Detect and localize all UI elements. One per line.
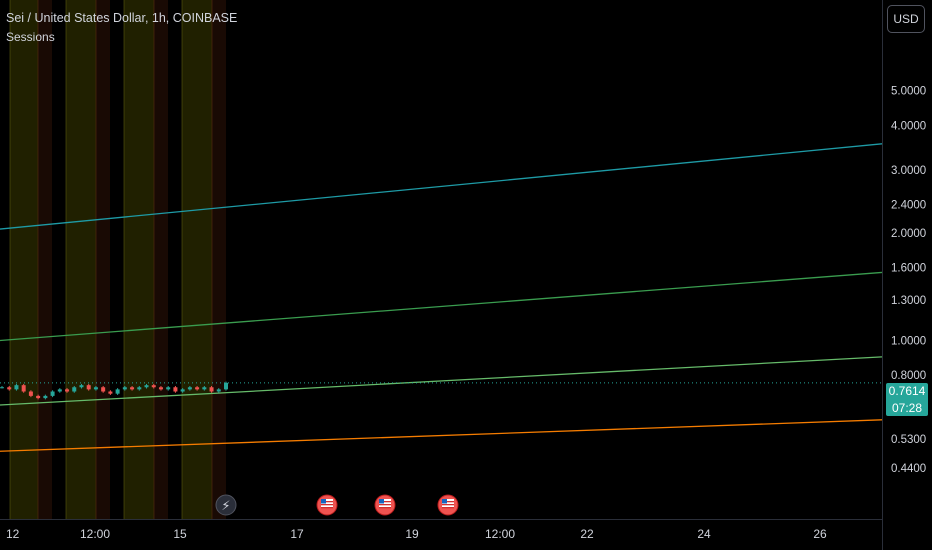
candle-body bbox=[108, 391, 113, 394]
candle-body bbox=[144, 385, 149, 388]
candle-body bbox=[187, 387, 192, 390]
candle-body bbox=[93, 387, 98, 390]
us-flag-icon-1[interactable] bbox=[316, 494, 338, 516]
y-axis-labels: 5.0000 4.0000 3.0000 2.4000 2.0000 1.6000 1.30… bbox=[891, 86, 926, 475]
candle-body bbox=[50, 391, 55, 396]
x-tick-label: 24 bbox=[697, 527, 711, 541]
y-tick-label: 0.5300 bbox=[891, 434, 926, 446]
candle-body bbox=[72, 387, 77, 392]
candle-body bbox=[209, 387, 214, 392]
session-band-6 bbox=[154, 0, 168, 519]
x-axis-labels: 12 12:00 15 17 19 12:00 22 24 26 bbox=[6, 527, 827, 541]
candle-body bbox=[137, 387, 142, 390]
x-tick-label: 12 bbox=[6, 527, 20, 541]
y-tick-label: 5.0000 bbox=[891, 86, 926, 98]
candle-body bbox=[158, 387, 163, 390]
session-band-1 bbox=[10, 0, 38, 519]
candle-body bbox=[151, 385, 156, 388]
candle-body bbox=[57, 389, 62, 392]
svg-text:⚡: ⚡ bbox=[221, 499, 230, 514]
candle-body bbox=[115, 389, 120, 394]
candle-body bbox=[43, 395, 48, 399]
x-tick-label: 12:00 bbox=[80, 527, 110, 541]
symbol-title[interactable]: Sei / United States Dollar, 1h, COINBASE bbox=[6, 11, 237, 25]
y-tick-label: 3.0000 bbox=[891, 165, 926, 177]
y-tick-label: 0.4400 bbox=[891, 463, 926, 475]
y-tick-label: 1.6000 bbox=[891, 263, 926, 275]
candle-body bbox=[173, 387, 178, 392]
candle-body bbox=[65, 389, 70, 392]
session-band-2 bbox=[38, 0, 52, 519]
y-tick-label: 2.0000 bbox=[891, 228, 926, 240]
x-tick-label: 15 bbox=[173, 527, 187, 541]
y-tick-label: 0.8000 bbox=[891, 370, 926, 382]
candle-body bbox=[21, 385, 26, 392]
candle-body bbox=[202, 387, 207, 390]
candle-body bbox=[180, 389, 185, 392]
price-axis-divider bbox=[882, 0, 883, 550]
x-tick-label: 19 bbox=[405, 527, 419, 541]
candle-body bbox=[0, 387, 4, 389]
lightning-icon[interactable]: ⚡ bbox=[215, 494, 237, 516]
candle-body bbox=[7, 387, 12, 390]
candle-body bbox=[224, 382, 228, 390]
indicator-label[interactable]: Sessions bbox=[6, 30, 55, 44]
session-band-7 bbox=[182, 0, 212, 519]
time-axis-divider bbox=[0, 519, 882, 520]
candle-body bbox=[122, 387, 127, 390]
x-tick-label: 12:00 bbox=[485, 527, 515, 541]
y-tick-label: 1.0000 bbox=[891, 336, 926, 348]
event-markers: ⚡ bbox=[215, 494, 459, 516]
candle-body bbox=[36, 395, 41, 399]
session-band-8 bbox=[212, 0, 226, 519]
x-tick-label: 17 bbox=[290, 527, 304, 541]
candle-body bbox=[28, 391, 33, 396]
currency-button[interactable]: USD bbox=[887, 5, 925, 33]
session-bands bbox=[9, 0, 226, 519]
us-flag-icon-2[interactable] bbox=[374, 494, 396, 516]
candle-body bbox=[216, 389, 221, 392]
y-tick-label: 1.3000 bbox=[891, 295, 926, 307]
session-band-3 bbox=[66, 0, 96, 519]
candle-body bbox=[14, 385, 19, 390]
price-chart[interactable]: 5.0000 4.0000 3.0000 2.4000 2.0000 1.6000 1.30… bbox=[0, 0, 932, 550]
candle-body bbox=[86, 385, 91, 390]
candle-body bbox=[79, 385, 84, 388]
x-tick-label: 26 bbox=[813, 527, 827, 541]
session-band-5 bbox=[124, 0, 154, 519]
candle-body bbox=[195, 387, 200, 390]
candle-body bbox=[101, 387, 106, 392]
y-tick-label: 4.0000 bbox=[891, 120, 926, 132]
x-tick-label: 22 bbox=[580, 527, 594, 541]
session-band-4 bbox=[96, 0, 110, 519]
last-price-label: 0.7614 bbox=[886, 383, 928, 400]
us-flag-icon-3[interactable] bbox=[437, 494, 459, 516]
bar-countdown-label: 07:28 bbox=[886, 400, 928, 416]
y-tick-label: 2.4000 bbox=[891, 200, 926, 212]
candle-body bbox=[166, 387, 171, 390]
candle-body bbox=[130, 387, 135, 390]
